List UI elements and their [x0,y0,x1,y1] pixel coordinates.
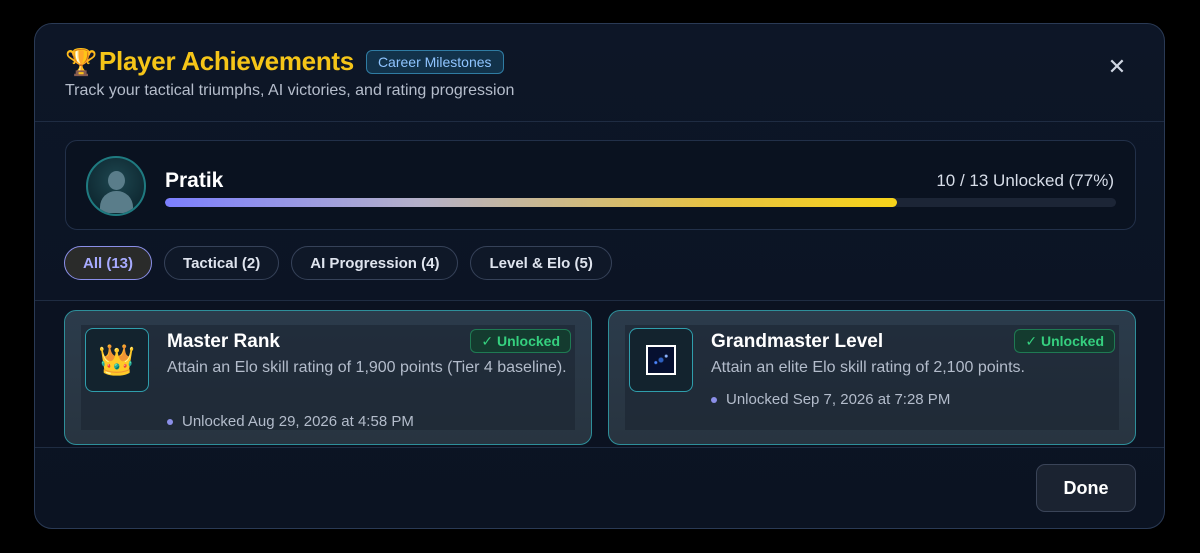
achievement-date: Unlocked Aug 29, 2026 at 4:58 PM [167,413,414,430]
achievement-date: Unlocked Sep 7, 2026 at 7:28 PM [711,391,950,408]
achievement-card-grandmaster-level[interactable]: Grandmaster Level ✓ Unlocked Attain an e… [608,310,1136,445]
avatar-body [100,191,133,213]
achievement-icon-box: 👑 [85,328,149,392]
filter-level-elo[interactable]: Level & Elo (5) [470,246,612,280]
avatar-head [108,171,125,190]
unlock-count: 10 / 13 Unlocked (77%) [936,171,1114,190]
progress-fill [165,198,898,207]
modal-subtitle: Track your tactical triumphs, AI victori… [65,82,515,99]
filter-all[interactable]: All (13) [64,246,153,280]
milky-way-icon [646,345,676,375]
achievement-title: Grandmaster Level [711,331,884,352]
status-badge: ✓ Unlocked [1014,329,1115,353]
achievement-card-master-rank[interactable]: 👑 Master Rank ✓ Unlocked Attain an Elo s… [64,310,592,445]
modal-title: Player Achievements [99,46,354,76]
filter-chips: All (13) Tactical (2) AI Progression (4)… [64,246,612,280]
modal-header: 🏆 Player Achievements Career Milestones … [35,24,1164,122]
avatar [86,156,146,216]
bullet-dot [711,396,717,403]
status-badge: ✓ Unlocked [470,329,571,353]
filter-tactical[interactable]: Tactical (2) [164,246,280,280]
achievement-description: Attain an Elo skill rating of 1,900 poin… [167,359,567,376]
date-text: Unlocked Aug 29, 2026 at 4:58 PM [182,413,414,430]
date-text: Unlocked Sep 7, 2026 at 7:28 PM [726,391,951,408]
achievements-grid[interactable]: 👑 Master Rank ✓ Unlocked Attain an Elo s… [35,300,1164,448]
trophy-icon: 🏆 [65,46,98,77]
achievement-icon-box [629,328,693,392]
achievements-modal: 🏆 Player Achievements Career Milestones … [34,23,1165,529]
bullet-dot [167,418,173,425]
crown-icon: 👑 [98,343,136,377]
player-name: Pratik [165,169,224,192]
title-row: 🏆 Player Achievements Career Milestones [65,46,504,77]
player-progress-card: Pratik 10 / 13 Unlocked (77%) [65,140,1136,230]
achievement-description: Attain an elite Elo skill rating of 2,10… [711,359,1025,376]
progress-bar [165,198,1116,207]
achievement-title: Master Rank [167,331,280,352]
filter-ai-progression[interactable]: AI Progression (4) [291,246,459,280]
done-button[interactable]: Done [1036,464,1136,512]
close-icon[interactable]: ✕ [1106,54,1128,79]
career-milestones-badge: Career Milestones [365,49,504,74]
